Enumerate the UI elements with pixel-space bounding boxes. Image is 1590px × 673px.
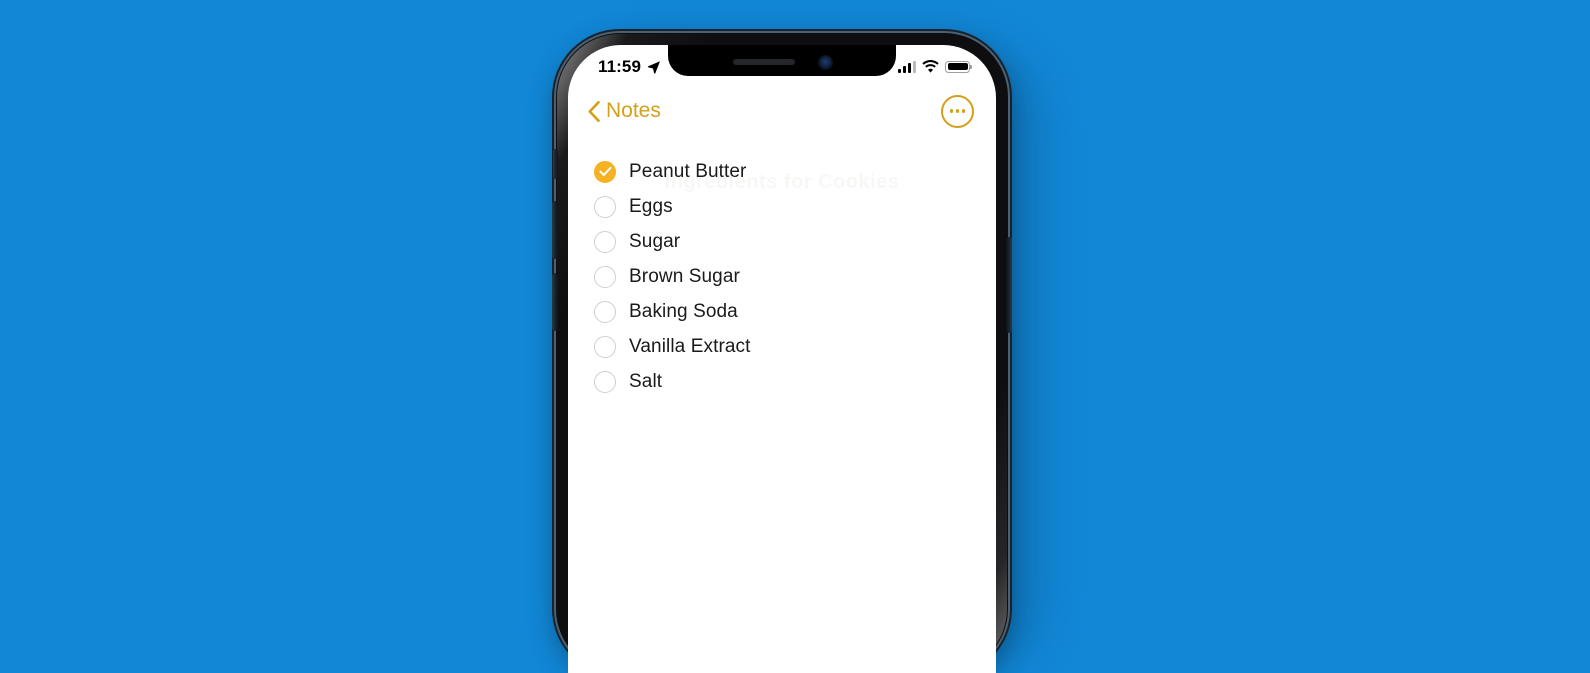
checklist-item-label: Eggs [629,195,673,217]
back-to-notes-button[interactable]: Notes [588,99,661,123]
note-checklist: Peanut Butter Eggs Sugar Brown Sugar Baking … [568,154,996,399]
more-dot [949,109,954,113]
chevron-left-icon [588,100,600,122]
more-dot [961,109,966,113]
checklist-item[interactable]: Peanut Butter [594,154,996,189]
mute-switch-button[interactable] [553,149,558,179]
checklist-item-label: Salt [629,370,663,392]
checkbox-unchecked-icon[interactable] [594,195,616,218]
back-button-label: Notes [606,99,661,122]
checklist-item-label: Baking Soda [629,300,738,322]
iphone-device-frame: 11:59 Notes Ingredients for Cookies Pean… [552,33,1012,673]
battery-fill [947,63,968,70]
checklist-item-label: Peanut Butter [629,160,747,182]
checklist-item[interactable]: Vanilla Extract [594,329,996,364]
checkbox-unchecked-icon[interactable] [594,300,616,323]
checklist-item[interactable]: Salt [594,364,996,399]
earpiece-speaker-icon [732,59,795,65]
navigation-bar: Notes [568,85,996,137]
battery-icon [945,60,972,73]
checklist-item[interactable]: Sugar [594,224,996,259]
check-mark-icon [598,166,611,176]
checkbox-checked-icon[interactable] [594,160,616,183]
checklist-item[interactable]: Eggs [594,189,996,224]
status-bar-left: 11:59 [598,57,661,77]
checkbox-unchecked-icon[interactable] [594,265,616,288]
device-notch [668,45,896,76]
checklist-item[interactable]: Baking Soda [594,294,996,329]
more-options-icon[interactable] [941,94,974,128]
phone-screen: 11:59 Notes Ingredients for Cookies Pean… [568,45,996,673]
status-bar-time: 11:59 [598,56,642,76]
checklist-item-label: Vanilla Extract [629,335,751,357]
checkbox-unchecked-icon[interactable] [594,370,616,393]
volume-down-button[interactable] [552,273,558,331]
status-bar-right [898,60,972,73]
wifi-icon [922,60,939,73]
location-arrow-icon [647,60,661,74]
cellular-signal-icon [898,60,916,73]
checklist-item-label: Brown Sugar [629,265,740,287]
front-camera-icon [818,55,832,69]
volume-up-button[interactable] [552,201,558,259]
checkbox-unchecked-icon[interactable] [594,230,616,253]
more-dot [955,109,960,113]
checklist-item-label: Sugar [629,230,681,252]
power-button[interactable] [1006,237,1012,333]
checkbox-unchecked-icon[interactable] [594,335,616,358]
checklist-item[interactable]: Brown Sugar [594,259,996,294]
